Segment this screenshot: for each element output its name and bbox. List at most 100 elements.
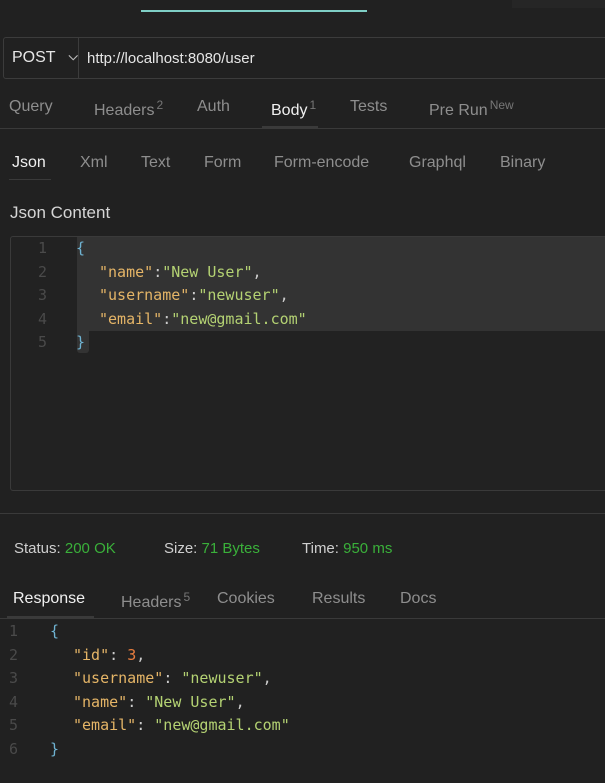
json-k: "username" [73,669,164,688]
chevron-down-icon [68,54,78,61]
tab-form[interactable]: Form [204,154,241,172]
code-line: "email": "new@gmail.com" [73,716,290,734]
json-e: , [262,669,272,688]
size-label: Size: [164,540,198,557]
tab-label: Form [204,154,242,171]
tab-label: Form-encode [274,154,370,171]
tab-text[interactable]: Text [141,154,170,172]
code-line: "email":"new@gmail.com" [99,310,307,328]
tab-label: Graphql [409,154,466,171]
tab-binary[interactable]: Binary [500,154,545,172]
json-sep: : [153,262,163,281]
method-label: POST [12,49,56,66]
json-v: "newuser" [181,669,263,688]
section-divider [0,513,605,514]
json-content-label: Json Content [10,203,111,222]
code-line: { [76,239,86,257]
json-k: "name" [99,262,154,281]
tab-pre-run[interactable]: Pre Run New [429,98,514,120]
method-select[interactable]: POST [4,38,79,78]
json-k: "name" [73,692,128,711]
time-label: Time: [302,540,339,557]
active-tab-indicator [141,10,367,12]
json-sep: : [136,716,155,735]
tab-json[interactable]: Json [12,154,46,172]
tab-badge: New [489,98,514,112]
json-v: "New User" [145,692,236,711]
json-v: "new@gmail.com" [154,716,290,735]
tab-cookies[interactable]: Cookies [217,590,275,608]
code-line: "username":"newuser", [99,286,289,304]
line-number: 3 [9,669,19,688]
tab-query[interactable]: Query [9,98,53,116]
url-bar: POST http://localhost:8080/user [3,37,605,79]
json-v: "new@gmail.com" [171,309,307,328]
line-number: 6 [9,740,19,758]
line-number: 4 [9,692,19,711]
body-tab-underline [262,126,318,129]
json-k: "username" [99,286,190,305]
json-sep: : [189,286,199,305]
tab-docs[interactable]: Docs [400,590,436,608]
json-e: , [252,262,262,281]
time-info: Time: 950 ms [302,540,392,557]
size-value: 71 Bytes [201,540,260,557]
tab-tests[interactable]: Tests [350,98,387,116]
tab-headers[interactable]: Headers 2 [94,98,163,120]
tab-label: Query [9,98,53,115]
tab-graphql[interactable]: Graphql [409,154,466,172]
tab-badge: 2 [156,98,164,112]
json-k: "email" [73,716,137,735]
code-line: } [76,333,86,352]
tab-xml[interactable]: Xml [80,154,108,172]
tab-label: Results [312,590,366,607]
tab-form-encode[interactable]: Form-encode [274,154,369,172]
size-info: Size: 71 Bytes [164,540,260,557]
status-info: Status: 200 OK [14,540,116,557]
tab-label: Body [271,102,308,119]
code-line: { [50,622,60,640]
json-e: , [279,286,289,305]
tab-response[interactable]: Response [13,590,85,608]
code-line: "name":"New User", [99,263,262,281]
line-number: 1 [38,239,48,257]
json-k: "id" [73,645,110,664]
line-number: 2 [38,262,48,281]
code-line: } [50,740,60,758]
json-v: "newuser" [198,286,280,305]
json-e: , [235,692,245,711]
json-sep: : [163,669,182,688]
json-tab-underline [9,179,51,180]
tab-auth[interactable]: Auth [197,98,230,116]
json-sep: : [162,309,172,328]
tab-body[interactable]: Body 1 [271,98,316,120]
tab-label: Cookies [217,590,275,607]
time-value: 950 ms [343,540,393,557]
json-sep: : [109,645,128,664]
tab-label: Docs [400,590,437,607]
json-v: "New User" [162,262,253,281]
url-input[interactable]: http://localhost:8080/user [79,50,255,67]
status-value: 200 OK [64,540,116,557]
tab-label: Binary [500,154,546,171]
line-number: 3 [38,286,48,305]
json-k: "email" [99,309,163,328]
code-line: "id": 3, [73,646,145,664]
json-sep: : [127,692,146,711]
json-editor[interactable]: 1{2 "name":"New User", 3 "username":"newuse… [10,236,605,491]
tab-headers[interactable]: Headers 5 [121,590,190,612]
status-label: Status: [14,540,61,557]
line-number: 4 [38,309,48,328]
json-v: 3 [127,645,137,664]
tab-label: Xml [80,154,108,171]
tab-label: Headers [94,102,155,119]
tab-label: Pre Run [429,102,488,119]
line-number: 5 [38,333,48,352]
tab-label: Text [141,154,171,171]
tab-badge: 1 [309,98,317,112]
line-number: 5 [9,716,19,735]
tab-results[interactable]: Results [312,590,365,608]
response-tab-underline [7,616,94,619]
json-e: , [136,645,146,664]
tab-label: Tests [350,98,388,115]
